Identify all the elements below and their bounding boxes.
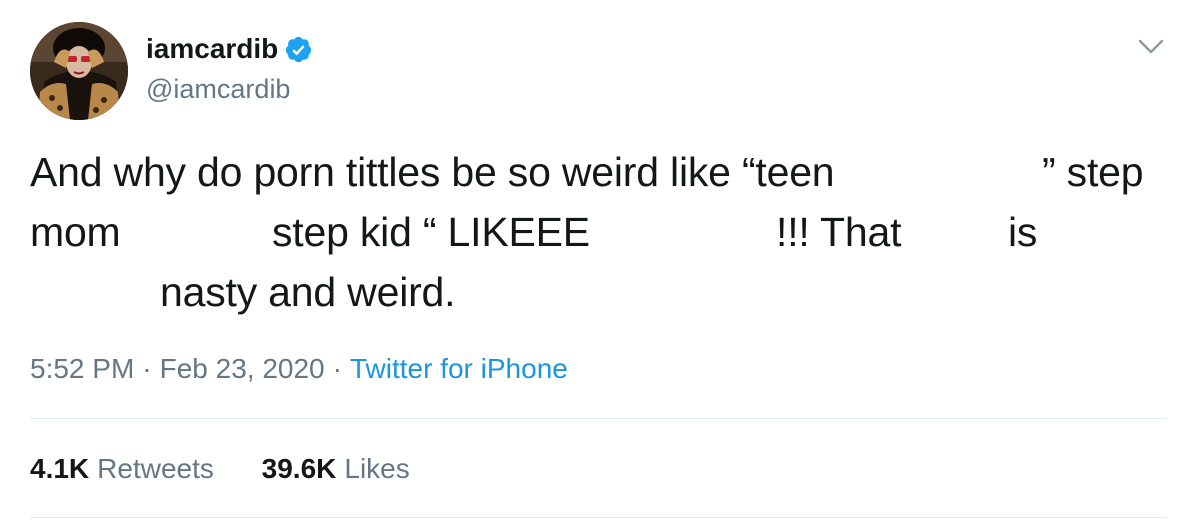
divider xyxy=(30,517,1166,518)
tweet-stats: 4.1K Retweets 39.6K Likes xyxy=(30,452,410,486)
tweet-text-segment: mom xyxy=(30,209,121,255)
tweet-source-link[interactable]: Twitter for iPhone xyxy=(350,353,568,384)
tweet-date[interactable]: Feb 23, 2020 xyxy=(160,353,325,384)
user-handle[interactable]: @iamcardib xyxy=(146,73,290,105)
likes-stat[interactable]: 39.6K Likes xyxy=(262,452,410,486)
verified-badge-icon xyxy=(286,36,312,62)
tweet-meta: 5:52 PM · Feb 23, 2020 · Twitter for iPhone xyxy=(30,352,568,386)
avatar-image xyxy=(30,22,128,120)
tweet-text-segment: nasty and weird. xyxy=(160,269,456,315)
display-name-row[interactable]: iamcardib xyxy=(146,33,313,65)
tweet-text-segment: step kid “ LIKEEE xyxy=(272,209,590,255)
meta-separator: · xyxy=(142,353,152,384)
retweets-label: Retweets xyxy=(97,453,214,484)
tweet-text-segment: And why do porn tittles be so weird like… xyxy=(30,149,835,195)
meta-separator: · xyxy=(332,353,342,384)
divider xyxy=(30,418,1166,419)
tweet-text-segment: !!! That xyxy=(776,209,902,255)
more-options-button[interactable] xyxy=(1138,38,1164,56)
tweet-time[interactable]: 5:52 PM xyxy=(30,353,134,384)
tweet-text: And why do porn tittles be so weird like… xyxy=(30,142,1180,322)
tweet-text-segment: ” step xyxy=(1042,149,1144,195)
retweets-count: 4.1K xyxy=(30,453,90,484)
likes-label: Likes xyxy=(344,453,410,484)
chevron-down-icon xyxy=(1138,39,1164,54)
retweets-stat[interactable]: 4.1K Retweets xyxy=(30,452,214,486)
tweet-card: iamcardib @iamcardib And why do porn tit… xyxy=(0,0,1196,520)
tweet-text-segment: is xyxy=(1008,209,1038,255)
display-name[interactable]: iamcardib xyxy=(146,33,278,65)
likes-count: 39.6K xyxy=(261,453,337,484)
avatar[interactable] xyxy=(30,22,128,120)
